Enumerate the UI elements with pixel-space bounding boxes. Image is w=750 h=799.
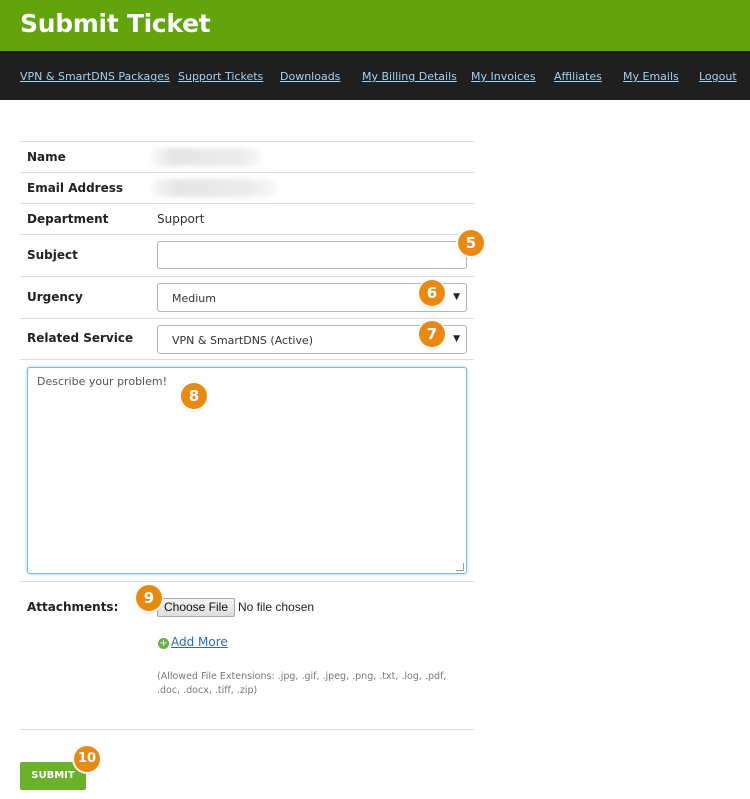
row-divider [20,276,474,277]
annotation-badge-8: 8 [181,383,207,409]
name-value-redacted [150,148,262,166]
main-nav: VPN & SmartDNS Packages Support Tickets … [0,51,750,100]
email-value-redacted [150,179,278,197]
add-more-label: Add More [171,635,228,649]
department-value: Support [157,212,205,226]
add-more-link[interactable]: + Add More [158,635,228,649]
email-label: Email Address [27,181,124,195]
annotation-badge-6: 6 [419,280,445,306]
choose-file-button[interactable]: Choose File [157,598,235,617]
message-placeholder: Describe your problem! [37,375,167,388]
nav-link-affiliates[interactable]: Affiliates [554,70,602,83]
chevron-down-icon: ▼ [453,292,460,302]
nav-link-downloads[interactable]: Downloads [280,70,340,83]
message-textarea[interactable]: Describe your problem! [27,367,467,574]
subject-label: Subject [27,248,78,262]
page-title: Submit Ticket [20,9,211,38]
file-status-text: No file chosen [238,600,315,614]
nav-link-support-tickets[interactable]: Support Tickets [178,70,263,83]
page-header: Submit Ticket [0,0,750,51]
row-divider [20,141,474,142]
chevron-down-icon: ▼ [453,334,460,344]
attachments-label: Attachments: [27,600,119,614]
related-service-label: Related Service [27,331,134,345]
plus-icon: + [158,638,169,649]
subject-input[interactable] [157,241,467,269]
row-divider [20,318,474,319]
allowed-extensions-note: (Allowed File Extensions: .jpg, .gif, .j… [157,671,447,696]
row-divider [20,234,474,235]
resize-handle-icon[interactable] [456,563,464,571]
department-label: Department [27,212,109,226]
nav-link-packages[interactable]: VPN & SmartDNS Packages [20,70,170,83]
nav-link-invoices[interactable]: My Invoices [471,70,536,83]
urgency-selected-value: Medium [172,292,216,305]
name-label: Name [27,150,66,164]
annotation-badge-10: 10 [74,746,100,772]
nav-link-billing-details[interactable]: My Billing Details [362,70,457,83]
related-service-selected-value: VPN & SmartDNS (Active) [172,334,314,347]
nav-link-logout[interactable]: Logout [699,70,737,83]
row-divider [20,359,474,360]
annotation-badge-5: 5 [458,230,484,256]
row-divider [20,729,474,730]
row-divider [20,172,474,173]
annotation-badge-7: 7 [419,321,445,347]
nav-link-emails[interactable]: My Emails [623,70,679,83]
annotation-badge-9: 9 [136,585,162,611]
urgency-label: Urgency [27,290,83,304]
row-divider [20,203,474,204]
row-divider [20,581,474,582]
